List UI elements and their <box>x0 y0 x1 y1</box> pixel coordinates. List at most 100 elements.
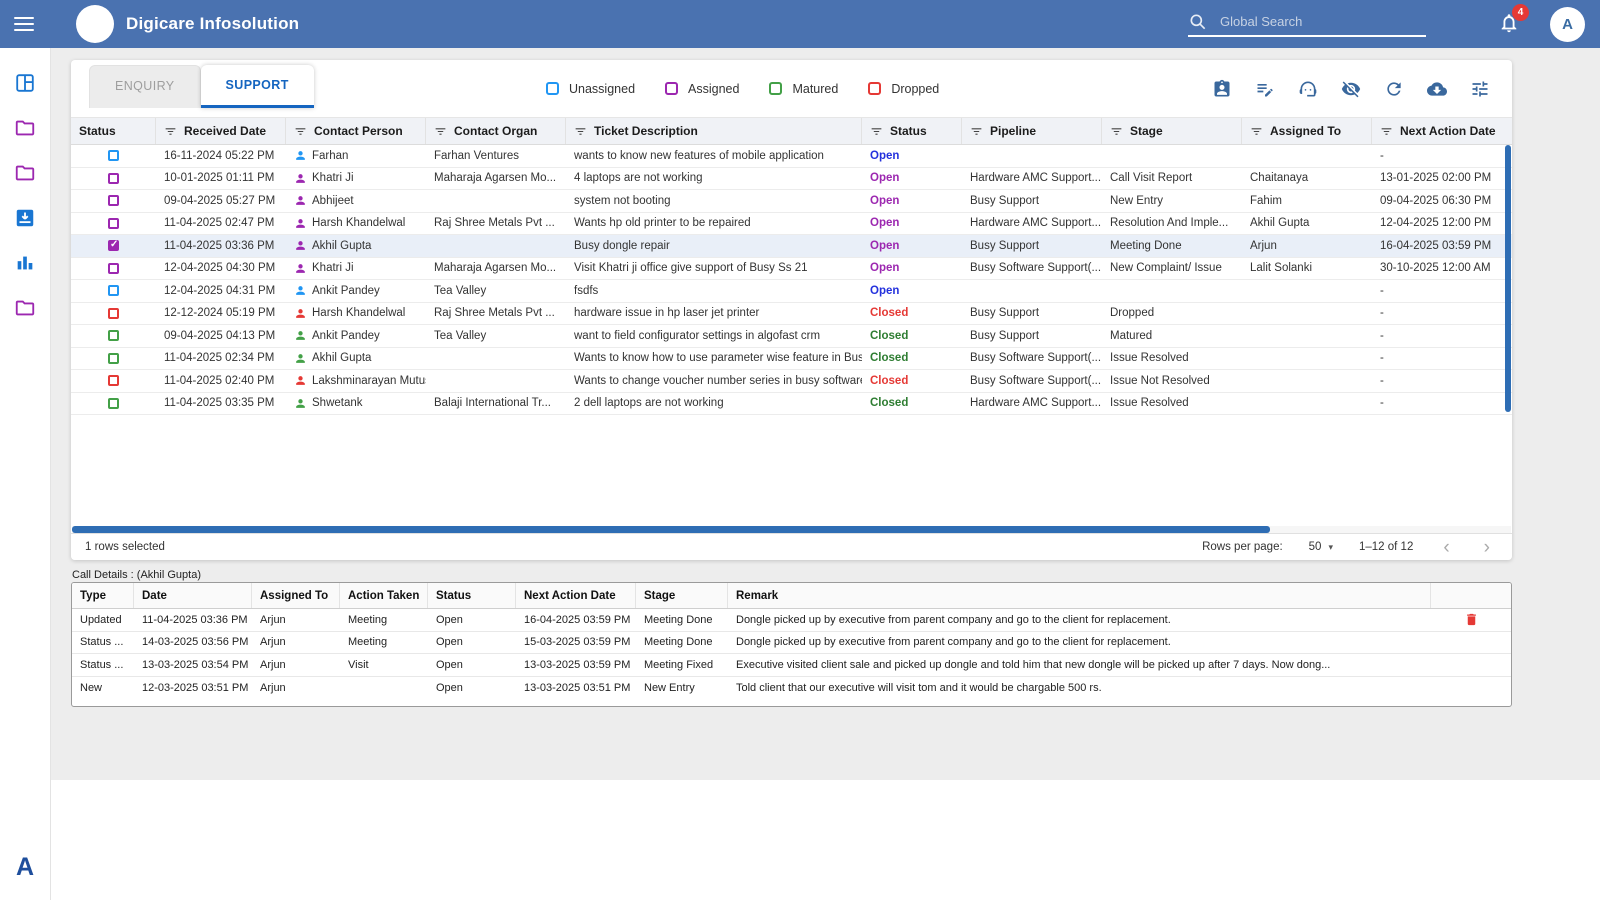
support-agent-button[interactable] <box>1298 79 1318 99</box>
cell-status: Closed <box>862 348 962 370</box>
sidebar-item-folder-1[interactable] <box>0 107 50 152</box>
row-checkbox[interactable] <box>108 375 119 386</box>
ticket-row-8[interactable]: 12-12-2024 05:19 PMHarsh KhandelwalRaj S… <box>71 303 1512 326</box>
cell-stage: Call Visit Report <box>1102 168 1242 190</box>
cell-stage: Issue Resolved <box>1102 348 1242 370</box>
ticket-row-9[interactable]: 09-04-2025 04:13 PMAnkit PandeyTea Valle… <box>71 325 1512 348</box>
ticket-row-7[interactable]: 12-04-2025 04:31 PMAnkit PandeyTea Valle… <box>71 280 1512 303</box>
row-checkbox[interactable] <box>108 173 119 184</box>
menu-icon[interactable] <box>14 13 34 35</box>
column-header-status[interactable]: Status <box>862 118 962 144</box>
cell-stage <box>1102 145 1242 167</box>
cell-pipeline <box>962 280 1102 302</box>
cell-received-date: 11-04-2025 02:47 PM <box>156 213 286 235</box>
cell-assigned-to: Akhil Gupta <box>1242 213 1372 235</box>
hide-columns-button[interactable] <box>1341 79 1361 99</box>
vertical-scrollbar[interactable] <box>1505 145 1511 412</box>
ticket-row-4[interactable]: 11-04-2025 02:47 PMHarsh KhandelwalRaj S… <box>71 213 1512 236</box>
ticket-row-6[interactable]: 12-04-2025 04:30 PMKhatri JiMaharaja Aga… <box>71 258 1512 281</box>
cd-cell-assigned-to: Arjun <box>252 677 340 700</box>
row-checkbox[interactable] <box>108 308 119 319</box>
row-checkbox[interactable] <box>108 398 119 409</box>
chevron-right-icon[interactable]: › <box>1480 538 1494 557</box>
refresh-button[interactable] <box>1384 79 1404 99</box>
cd-cell-actions <box>1431 632 1511 654</box>
column-label: Contact Organ <box>454 124 537 138</box>
cell-contact-person: Akhil Gupta <box>286 348 426 370</box>
tab-enquiry[interactable]: ENQUIRY <box>89 65 201 108</box>
column-header-contact-organ[interactable]: Contact Organ <box>426 118 566 144</box>
ticket-row-12[interactable]: 11-04-2025 03:35 PMShwetankBalaji Intern… <box>71 393 1512 416</box>
legend-checkbox-matured[interactable] <box>769 82 782 95</box>
filter-icon <box>870 125 883 138</box>
column-header-assigned-to[interactable]: Assigned To <box>1242 118 1372 144</box>
avatar[interactable]: A <box>1550 7 1585 42</box>
filter-icon <box>1380 125 1393 138</box>
person-icon <box>294 329 307 342</box>
ticket-row-3[interactable]: 09-04-2025 05:27 PMAbhijeetsystem not bo… <box>71 190 1512 213</box>
call-detail-row-3: Status ...13-03-2025 03:54 PMArjunVisitO… <box>72 654 1511 677</box>
dashboard-icon <box>14 72 36 97</box>
horizontal-scrollbar-thumb[interactable] <box>72 526 1270 533</box>
column-header-ticket-description[interactable]: Ticket Description <box>566 118 862 144</box>
person-icon <box>294 352 307 365</box>
notifications-button[interactable]: 4 <box>1498 12 1520 36</box>
cell-contact-person: Khatri Ji <box>286 168 426 190</box>
contact-person-name: Ankit Pandey <box>312 330 380 342</box>
sidebar-item-reports[interactable] <box>0 242 50 287</box>
delete-button[interactable] <box>1464 612 1479 627</box>
cell-contact-organization <box>426 348 566 370</box>
filter-icon <box>294 125 307 138</box>
legend-checkbox-dropped[interactable] <box>868 82 881 95</box>
cell-received-date: 16-11-2024 05:22 PM <box>156 145 286 167</box>
search-input[interactable] <box>1218 13 1413 30</box>
person-icon <box>294 307 307 320</box>
column-header-pipeline[interactable]: Pipeline <box>962 118 1102 144</box>
row-checkbox[interactable] <box>108 263 119 274</box>
export-button[interactable] <box>1427 79 1447 99</box>
row-checkbox[interactable] <box>108 240 119 251</box>
cd-cell-remark: Dongle picked up by executive from paren… <box>728 609 1431 631</box>
ticket-row-11[interactable]: 11-04-2025 02:40 PMLakshminarayan Mutusw… <box>71 370 1512 393</box>
column-header-next-action-date[interactable]: Next Action Date <box>1372 118 1510 144</box>
contact-card-button[interactable] <box>1212 79 1232 99</box>
cell-next-action-date: 13-01-2025 02:00 PM <box>1372 168 1510 190</box>
row-checkbox[interactable] <box>108 353 119 364</box>
ticket-row-1[interactable]: 16-11-2024 05:22 PMFarhanFarhan Ventures… <box>71 145 1512 168</box>
rows-selected-text: 1 rows selected <box>85 541 165 553</box>
rows-per-page-select[interactable]: 50 ▾ <box>1309 541 1333 553</box>
cell-pipeline: Busy Software Support(... <box>962 370 1102 392</box>
column-header-checkbox-status[interactable]: Status <box>71 118 156 144</box>
cd-cell-type: Status ... <box>72 632 134 654</box>
ticket-row-5[interactable]: 11-04-2025 03:36 PMAkhil GuptaBusy dongl… <box>71 235 1512 258</box>
legend-checkbox-assigned[interactable] <box>665 82 678 95</box>
sidebar-item-folder-3[interactable] <box>0 287 50 332</box>
legend-checkbox-unassigned[interactable] <box>546 82 559 95</box>
column-header-stage[interactable]: Stage <box>1102 118 1242 144</box>
column-header-received-date[interactable]: Received Date <box>156 118 286 144</box>
cell-contact-organization: Raj Shree Metals Pvt ... <box>426 303 566 325</box>
ticket-row-2[interactable]: 10-01-2025 01:11 PMKhatri JiMaharaja Aga… <box>71 168 1512 191</box>
chevron-left-icon[interactable]: ‹ <box>1439 538 1453 557</box>
cell-status: Open <box>862 213 962 235</box>
row-checkbox[interactable] <box>108 218 119 229</box>
row-checkbox[interactable] <box>108 285 119 296</box>
row-checkbox[interactable] <box>108 150 119 161</box>
ticket-row-10[interactable]: 11-04-2025 02:34 PMAkhil GuptaWants to k… <box>71 348 1512 371</box>
edit-list-button[interactable] <box>1255 79 1275 99</box>
ticket-table-header: StatusReceived DateContact PersonContact… <box>71 117 1512 145</box>
row-checkbox[interactable] <box>108 330 119 341</box>
row-checkbox[interactable] <box>108 195 119 206</box>
sidebar-item-folder-2[interactable] <box>0 152 50 197</box>
horizontal-scrollbar[interactable] <box>72 526 1511 533</box>
cd-column-type: Type <box>72 583 134 608</box>
column-header-contact-person[interactable]: Contact Person <box>286 118 426 144</box>
filter-settings-button[interactable] <box>1470 79 1490 99</box>
cd-cell-action-taken: Meeting <box>340 609 428 631</box>
column-label: Stage <box>1130 124 1163 138</box>
cell-contact-person: Ankit Pandey <box>286 280 426 302</box>
sidebar-item-dashboard[interactable] <box>0 62 50 107</box>
sidebar-item-import[interactable] <box>0 197 50 242</box>
cell-received-date: 09-04-2025 05:27 PM <box>156 190 286 212</box>
tab-support[interactable]: SUPPORT <box>201 65 314 108</box>
